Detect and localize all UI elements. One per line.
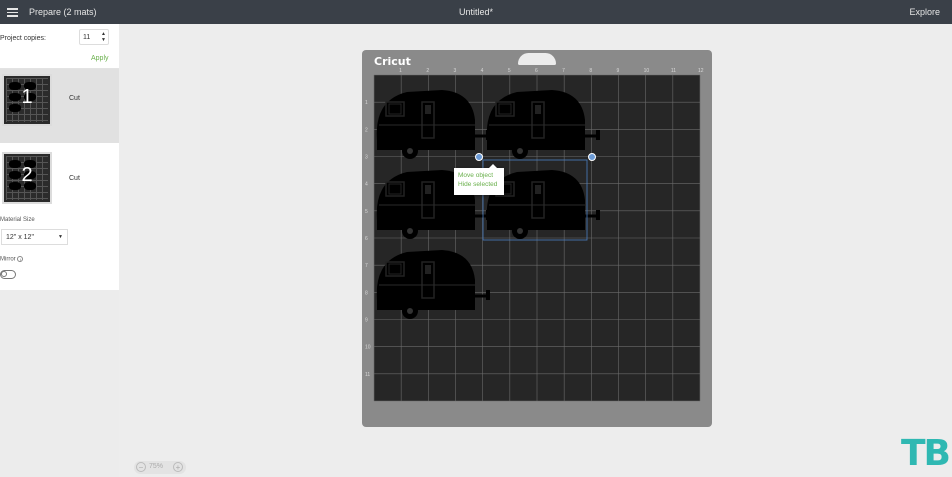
material-size-label: Material Size [0,217,35,223]
ruler-tick-label: 10 [365,345,371,351]
zoom-level: 75% [149,463,164,470]
watermark-logo: TB [901,433,951,474]
ruler-tick-label: 9 [365,318,368,324]
document-name: Untitled* [458,7,494,17]
ruler-tick-label: 12 [698,68,704,74]
material-size-select[interactable]: 12" x 12" ▼ [1,229,68,245]
ruler-tick-label: 7 [562,68,565,74]
ruler-tick-label: 8 [589,68,592,74]
ruler-tick-label: 6 [365,236,368,242]
selection-handle[interactable] [475,153,483,161]
move-object-menu-item[interactable]: Move object [454,171,504,180]
material-size-value: 12" x 12" [6,234,34,241]
mat-cut-label: Cut [69,95,80,102]
project-copies-label: Project copies: [0,35,46,42]
project-copies-value: 11 [83,34,91,41]
ruler-tick-label: 10 [644,68,650,74]
ruler-tick-label: 8 [365,290,368,296]
mat-cut-label: Cut [69,175,80,182]
ruler-tick-label: 5 [365,209,368,215]
hide-selected-menu-item[interactable]: Hide selected [454,180,504,189]
zoom-control: − 75% + [134,461,186,474]
left-panel-lower [0,290,119,477]
ruler-tick-label: 1 [365,100,368,106]
mirror-toggle[interactable] [0,270,16,279]
context-menu: Move object Hide selected [454,164,504,195]
apply-button[interactable]: Apply [91,55,109,62]
ruler-tick-label: 2 [365,127,368,133]
info-icon[interactable]: i [17,256,24,262]
mirror-label: Mirror i [0,256,24,263]
cricut-logo: Cricut [374,55,411,68]
ruler-tick-label: 7 [365,263,368,269]
toggle-knob [1,271,7,277]
mat-number: 2 [21,164,33,186]
project-copies-input[interactable]: 11 ▲ ▼ [79,29,109,45]
ruler-tick-label: 9 [617,68,620,74]
rotate-handle-icon[interactable] [588,153,596,161]
ruler-tick-label: 4 [481,68,484,74]
top-bar: Prepare (2 mats) Untitled* Explore [0,0,952,24]
mirror-label-text: Mirror [0,256,16,263]
ruler-tick-label: 5 [508,68,511,74]
left-panel: Project copies: 11 ▲▼ Apply 1 Cut 2 Cut [0,24,119,477]
explore-link[interactable]: Explore [909,7,940,17]
zoom-out-button[interactable]: − [136,462,146,472]
ruler-tick-label: 1 [399,68,402,74]
copies-stepper-icon[interactable]: ▲ ▼ [101,31,106,43]
ruler-tick-label: 4 [365,182,368,188]
mat-row-2[interactable]: 2 Cut [0,143,119,217]
ruler-tick-label: 11 [365,372,370,378]
ruler-tick-label: 11 [671,68,676,74]
zoom-in-button[interactable]: + [173,462,183,472]
chevron-down-icon: ▼ [58,234,63,240]
ruler-tick-label: 6 [535,68,538,74]
ruler-tick-label: 3 [454,68,457,74]
mat-number: 1 [21,86,33,108]
mat-thumbnail: 1 [2,74,52,126]
mat-row-1[interactable]: 1 Cut [0,69,119,143]
ruler-tick-label: 2 [426,68,429,74]
ruler-tick-label: 3 [365,155,368,161]
mat-thumbnail: 2 [2,152,52,204]
mat-surface[interactable]: 1 2 3 4 5 6 7 8 9 10 11 12 1234567891011 [362,50,712,427]
